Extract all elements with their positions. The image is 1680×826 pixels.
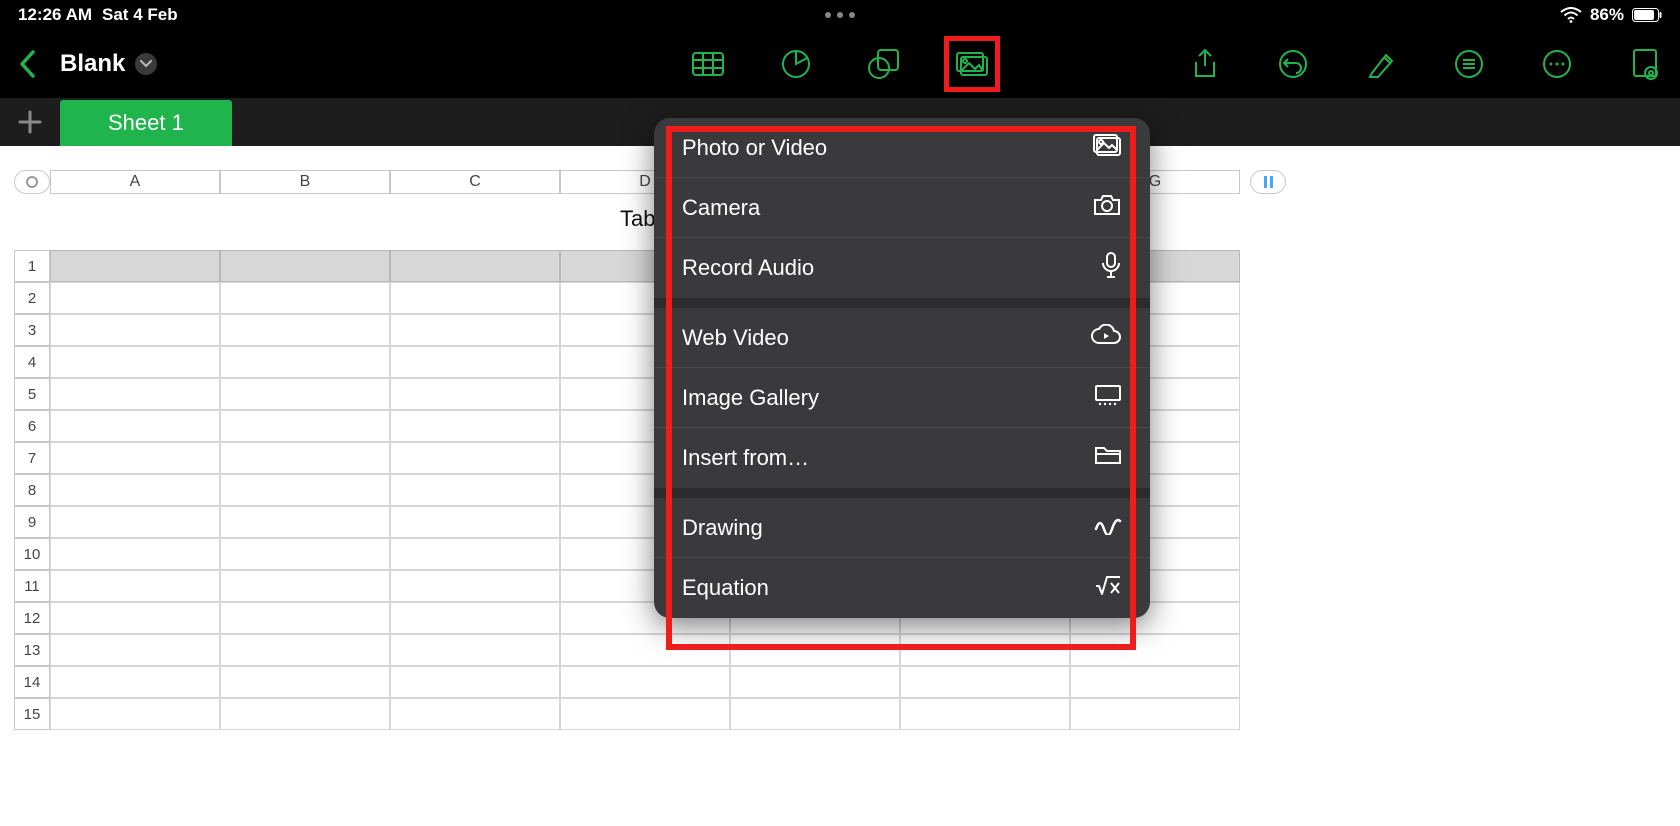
- insert-table-icon[interactable]: [691, 47, 725, 81]
- document-settings-icon[interactable]: [1628, 47, 1662, 81]
- chevron-down-icon: [135, 53, 157, 75]
- row-header-6[interactable]: 6: [14, 410, 50, 442]
- sheet-tab-label: Sheet 1: [108, 110, 184, 135]
- document-title-text: Blank: [60, 50, 125, 78]
- multitask-dots[interactable]: [825, 12, 855, 18]
- popover-label: Web Video: [682, 325, 789, 351]
- col-header-b[interactable]: B: [220, 170, 390, 194]
- document-title[interactable]: Blank: [60, 50, 157, 78]
- sheet-tab-active[interactable]: Sheet 1: [60, 100, 232, 146]
- top-toolbar: Blank: [0, 30, 1680, 98]
- popover-record-audio[interactable]: Record Audio: [654, 238, 1150, 298]
- row-headers: 1 2 3 4 5 6 7 8 9 10 11 12 13 14 15: [14, 250, 50, 730]
- folder-icon: [1094, 444, 1122, 472]
- row-header-3[interactable]: 3: [14, 314, 50, 346]
- equation-icon: [1094, 574, 1122, 602]
- list-icon[interactable]: [1452, 47, 1486, 81]
- popover-label: Photo or Video: [682, 135, 827, 161]
- select-all-handle[interactable]: [14, 170, 50, 194]
- wifi-icon: [1560, 7, 1582, 23]
- popover-label: Image Gallery: [682, 385, 819, 411]
- battery-percent: 86%: [1590, 5, 1624, 25]
- table-row: [50, 634, 1240, 666]
- format-icon[interactable]: [1364, 47, 1398, 81]
- status-time: 12:26 AM: [18, 5, 92, 25]
- row-header-12[interactable]: 12: [14, 602, 50, 634]
- status-bar: 12:26 AM Sat 4 Feb 86%: [0, 0, 1680, 30]
- mic-icon: [1100, 251, 1122, 285]
- row-header-14[interactable]: 14: [14, 666, 50, 698]
- undo-icon[interactable]: [1276, 47, 1310, 81]
- camera-icon: [1092, 193, 1122, 223]
- row-header-10[interactable]: 10: [14, 538, 50, 570]
- scribble-icon: [1094, 515, 1122, 541]
- more-icon[interactable]: [1540, 47, 1574, 81]
- status-date: Sat 4 Feb: [102, 5, 178, 25]
- add-sheet-button[interactable]: [0, 98, 60, 146]
- insert-shape-icon[interactable]: [867, 47, 901, 81]
- row-header-5[interactable]: 5: [14, 378, 50, 410]
- row-header-13[interactable]: 13: [14, 634, 50, 666]
- gallery-icon: [1094, 384, 1122, 412]
- popover-label: Equation: [682, 575, 769, 601]
- popover-label: Insert from…: [682, 445, 809, 471]
- add-column-handle[interactable]: [1250, 170, 1286, 194]
- row-header-1[interactable]: 1: [14, 250, 50, 282]
- back-button[interactable]: [14, 50, 42, 78]
- popover-insert-from[interactable]: Insert from…: [654, 428, 1150, 488]
- col-header-c[interactable]: C: [390, 170, 560, 194]
- row-header-7[interactable]: 7: [14, 442, 50, 474]
- popover-label: Record Audio: [682, 255, 814, 281]
- row-header-4[interactable]: 4: [14, 346, 50, 378]
- battery-icon: [1632, 8, 1662, 22]
- table-row: [50, 666, 1240, 698]
- popover-camera[interactable]: Camera: [654, 178, 1150, 238]
- popover-label: Camera: [682, 195, 760, 221]
- photo-icon: [1092, 133, 1122, 163]
- popover-image-gallery[interactable]: Image Gallery: [654, 368, 1150, 428]
- col-header-a[interactable]: A: [50, 170, 220, 194]
- popover-photo-video[interactable]: Photo or Video: [654, 118, 1150, 178]
- share-icon[interactable]: [1188, 47, 1222, 81]
- row-header-8[interactable]: 8: [14, 474, 50, 506]
- insert-media-icon[interactable]: [955, 47, 989, 81]
- insert-chart-icon[interactable]: [779, 47, 813, 81]
- insert-media-popover: Photo or Video Camera Record Audio Web V…: [654, 118, 1150, 618]
- row-header-15[interactable]: 15: [14, 698, 50, 730]
- cloud-icon: [1090, 324, 1122, 352]
- row-header-11[interactable]: 11: [14, 570, 50, 602]
- row-header-9[interactable]: 9: [14, 506, 50, 538]
- popover-web-video[interactable]: Web Video: [654, 308, 1150, 368]
- popover-drawing[interactable]: Drawing: [654, 498, 1150, 558]
- table-row: [50, 698, 1240, 730]
- row-header-2[interactable]: 2: [14, 282, 50, 314]
- popover-equation[interactable]: Equation: [654, 558, 1150, 618]
- popover-label: Drawing: [682, 515, 763, 541]
